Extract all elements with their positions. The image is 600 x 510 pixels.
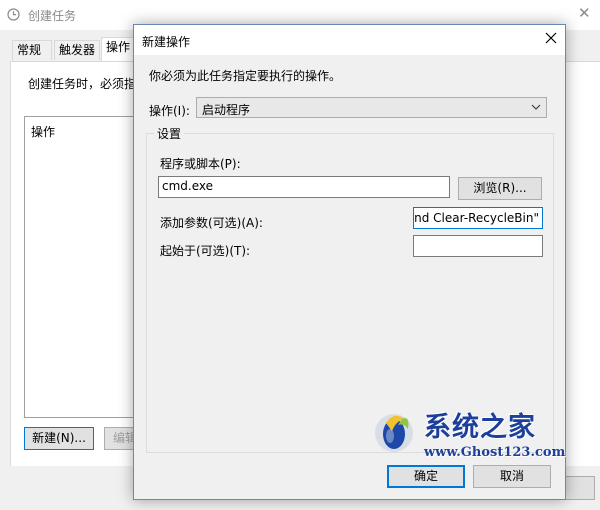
watermark: 系统之家 www.Ghost123.com [372, 405, 596, 467]
partial-button[interactable] [565, 476, 595, 500]
new-action-button[interactable]: 新建(N)... [24, 427, 94, 450]
startin-input[interactable] [413, 235, 543, 257]
startin-label: 起始于(可选)(T): [160, 244, 251, 258]
dialog-title: 新建操作 [142, 35, 191, 49]
watermark-name: 系统之家 [424, 412, 536, 443]
watermark-url: www.Ghost123.com [424, 445, 566, 460]
program-input[interactable]: cmd.exe [158, 176, 450, 198]
close-icon[interactable]: ✕ [578, 4, 591, 22]
browse-button[interactable]: 浏览(R)... [458, 177, 542, 200]
dialog-titlebar: 新建操作 [134, 25, 565, 55]
system-home-logo-icon [375, 414, 413, 452]
args-input[interactable]: mand Clear-RecycleBin" [413, 207, 543, 229]
cancel-button[interactable]: 取消 [473, 465, 551, 488]
tab-triggers[interactable]: 触发器 [54, 40, 100, 60]
action-label: 操作(I): [149, 104, 190, 118]
ok-button[interactable]: 确定 [387, 465, 465, 488]
args-label: 添加参数(可选)(A): [160, 216, 263, 230]
chevron-down-icon [531, 104, 541, 110]
settings-group-label: 设置 [154, 125, 185, 142]
action-select-value: 启动程序 [202, 103, 251, 117]
create-task-title: 创建任务 [28, 9, 77, 23]
args-value: mand Clear-RecycleBin" [414, 211, 539, 225]
tab-general[interactable]: 常规 [12, 40, 52, 60]
action-select[interactable]: 启动程序 [196, 97, 547, 118]
program-label: 程序或脚本(P): [160, 157, 241, 171]
clock-icon [7, 8, 20, 21]
actions-list[interactable]: 操作 [24, 116, 144, 418]
actions-list-header[interactable]: 操作 [31, 123, 55, 140]
actions-hint-text: 创建任务时，必须指定 [28, 77, 149, 91]
close-icon[interactable] [542, 29, 560, 47]
dialog-instruction: 你必须为此任务指定要执行的操作。 [149, 69, 342, 83]
